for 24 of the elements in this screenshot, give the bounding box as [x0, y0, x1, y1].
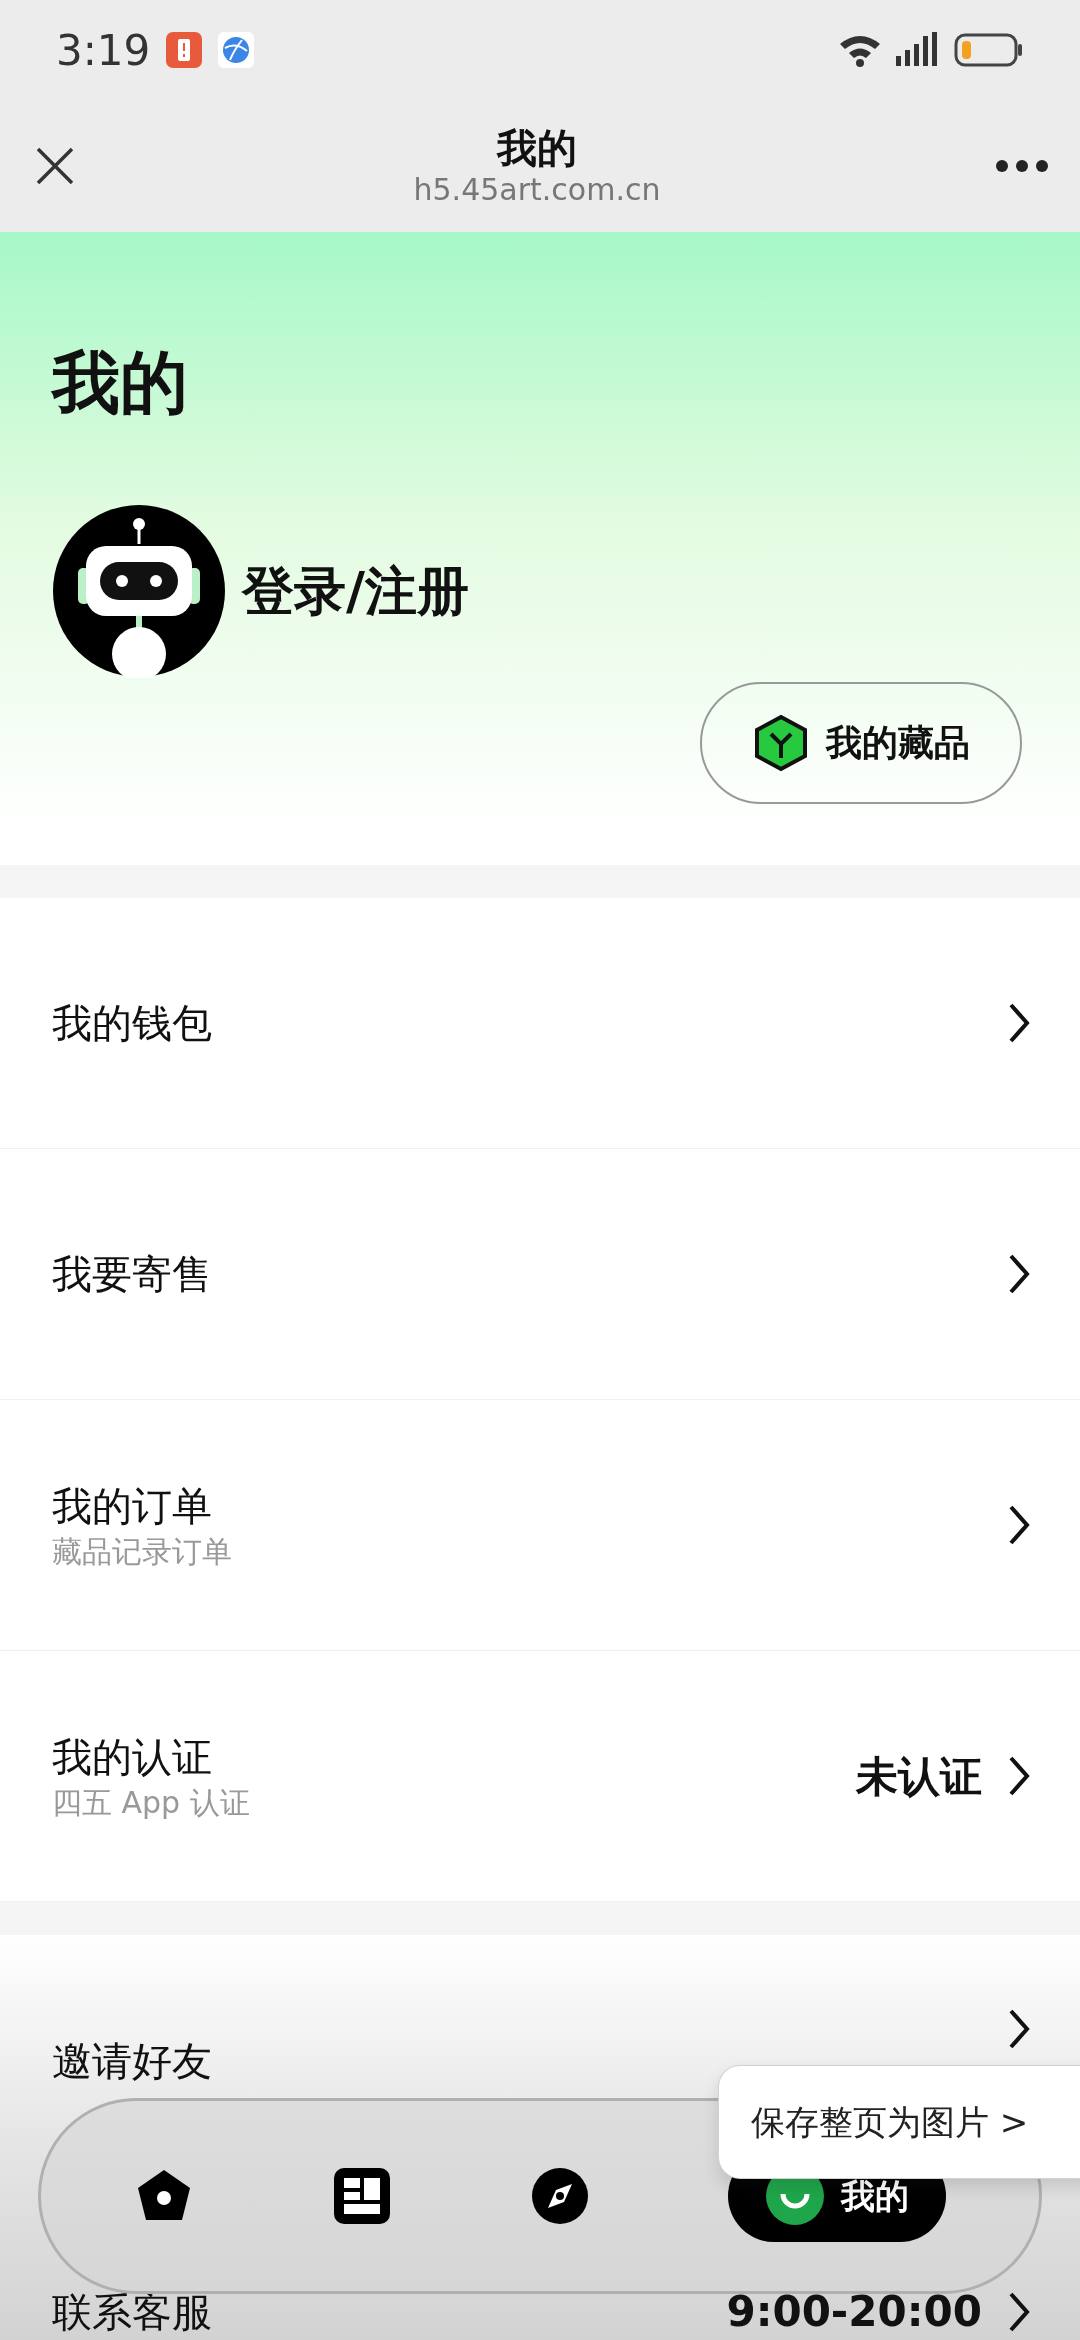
- status-time: 3:19: [56, 24, 151, 77]
- collection-button[interactable]: 我的藏品: [700, 682, 1022, 804]
- menu-title: 我的认证: [52, 1732, 213, 1782]
- menu-title: 邀请好友: [52, 2036, 213, 2086]
- cube-icon: [752, 714, 810, 772]
- save-page-toast[interactable]: 保存整页为图片 >: [718, 2065, 1080, 2179]
- menu-subtitle: 藏品记录订单: [52, 1532, 233, 1571]
- menu-title: 我要寄售: [52, 1250, 213, 1299]
- more-icon[interactable]: [994, 158, 1050, 174]
- menu-title: 我的钱包: [52, 999, 213, 1048]
- menu-subtitle: 四五 App 认证: [52, 1783, 251, 1822]
- login-link[interactable]: 登录/注册: [242, 552, 469, 630]
- profile-heading: 我的: [52, 342, 189, 424]
- menu-value: 未认证: [856, 1750, 982, 1803]
- notification-icon: [166, 32, 203, 68]
- tab[interactable]: [332, 2166, 392, 2226]
- page-url: h5.45art.com.cn: [413, 172, 661, 208]
- battery-icon: [954, 32, 1024, 68]
- page-title: 我的: [497, 124, 577, 172]
- globe-icon: [218, 32, 255, 68]
- menu-title: 我的订单: [52, 1481, 213, 1531]
- menu-title: 联系客服: [52, 2287, 213, 2337]
- tab[interactable]: [530, 2166, 590, 2226]
- menu-value: 9:00-20:00: [726, 2286, 982, 2338]
